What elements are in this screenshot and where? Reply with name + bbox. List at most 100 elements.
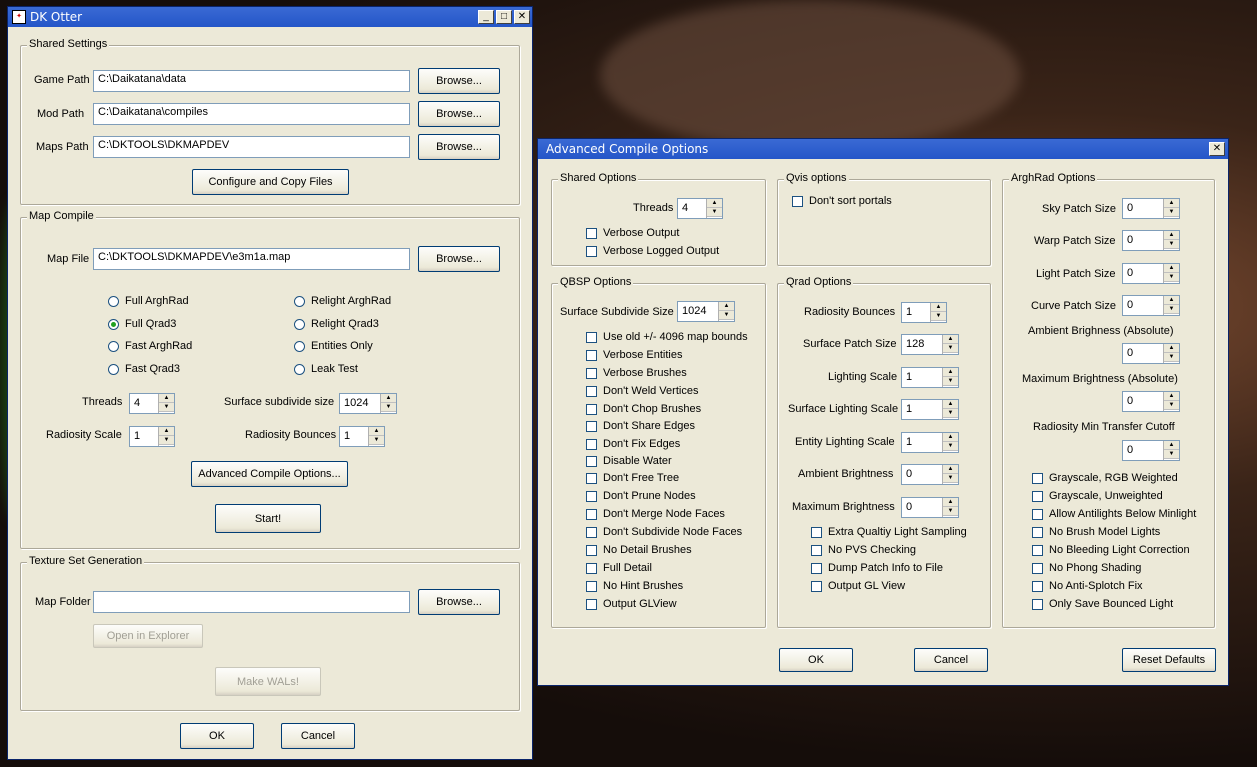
mod-path-browse-button[interactable]: Browse...: [418, 101, 500, 127]
warp-patch-size-spinner[interactable]: 0 ▲ ▼: [1122, 230, 1180, 251]
advanced-compile-options-button[interactable]: Advanced Compile Options...: [191, 461, 348, 487]
spinner-arrows[interactable]: ▲ ▼: [942, 433, 958, 452]
sky-patch-size-spinner[interactable]: 0 ▲ ▼: [1122, 198, 1180, 219]
spinner-arrows[interactable]: ▲ ▼: [158, 394, 174, 413]
maximize-button[interactable]: □: [496, 10, 512, 24]
configure-copy-button[interactable]: Configure and Copy Files: [192, 169, 349, 195]
ok-button[interactable]: OK: [180, 723, 254, 749]
light-patch-size-spinner[interactable]: 0 ▲ ▼: [1122, 263, 1180, 284]
radio-full-qrad3[interactable]: Full Qrad3: [108, 318, 176, 330]
close-button[interactable]: ✕: [1209, 142, 1225, 156]
radiosity-scale-spinner[interactable]: 1 ▲ ▼: [129, 426, 175, 447]
surface-patch-size-spinner[interactable]: 128 ▲ ▼: [901, 334, 959, 355]
checkbox-qbsp-option[interactable]: Use old +/- 4096 map bounds: [586, 331, 748, 343]
spinner-arrows[interactable]: ▲ ▼: [706, 199, 722, 218]
spinner-arrows[interactable]: ▲ ▼: [1163, 344, 1179, 363]
map-file-input[interactable]: C:\DKTOOLS\DKMAPDEV\e3m1a.map: [93, 248, 410, 270]
spinner-arrows[interactable]: ▲ ▼: [942, 400, 958, 419]
checkbox-qrad-option[interactable]: Dump Patch Info to File: [811, 562, 943, 574]
radiosity-bounces-spinner[interactable]: 1 ▲ ▼: [339, 426, 385, 447]
checkbox-qrad-option[interactable]: No PVS Checking: [811, 544, 916, 556]
maximum-brightness-spinner[interactable]: 0 ▲ ▼: [901, 497, 959, 518]
maximum-brightness-absolute-spinner[interactable]: 0 ▲ ▼: [1122, 391, 1180, 412]
curve-patch-size-spinner[interactable]: 0 ▲ ▼: [1122, 295, 1180, 316]
spinner-arrows[interactable]: ▲ ▼: [158, 427, 174, 446]
checkbox-qbsp-option[interactable]: Don't Fix Edges: [586, 438, 680, 450]
spinner-arrows[interactable]: ▲ ▼: [1163, 392, 1179, 411]
spinner-arrows[interactable]: ▲ ▼: [930, 303, 946, 322]
checkbox-qbsp-option[interactable]: Disable Water: [586, 455, 672, 467]
maps-path-input[interactable]: C:\DKTOOLS\DKMAPDEV: [93, 136, 410, 158]
close-button[interactable]: ✕: [514, 10, 530, 24]
spinner-arrows[interactable]: ▲ ▼: [942, 498, 958, 517]
ambient-brightness-absolute-spinner[interactable]: 0 ▲ ▼: [1122, 343, 1180, 364]
radio-relight-arghrad[interactable]: Relight ArghRad: [294, 295, 391, 307]
checkbox-qrad-option[interactable]: Output GL View: [811, 580, 905, 592]
make-wals-button[interactable]: Make WALs!: [215, 667, 321, 696]
cancel-button[interactable]: Cancel: [281, 723, 355, 749]
checkbox-qbsp-option[interactable]: Verbose Entities: [586, 349, 683, 361]
radio-full-arghrad[interactable]: Full ArghRad: [108, 295, 189, 307]
spinner-arrows[interactable]: ▲ ▼: [942, 368, 958, 387]
checkbox-dont-sort-portals[interactable]: Don't sort portals: [792, 195, 892, 207]
checkbox-argh-option[interactable]: Grayscale, Unweighted: [1032, 490, 1163, 502]
maps-path-browse-button[interactable]: Browse...: [418, 134, 500, 160]
subdivide-size-spinner[interactable]: 1024 ▲ ▼: [339, 393, 397, 414]
checkbox-argh-option[interactable]: Only Save Bounced Light: [1032, 598, 1173, 610]
checkbox-qbsp-option[interactable]: Don't Free Tree: [586, 472, 679, 484]
checkbox-argh-option[interactable]: Allow Antilights Below Minlight: [1032, 508, 1196, 520]
spinner-arrows[interactable]: ▲ ▼: [1163, 231, 1179, 250]
radio-fast-arghrad[interactable]: Fast ArghRad: [108, 340, 192, 352]
spinner-arrows[interactable]: ▲ ▼: [380, 394, 396, 413]
reset-defaults-button[interactable]: Reset Defaults: [1122, 648, 1216, 672]
radiosity-cutoff-spinner[interactable]: 0 ▲ ▼: [1122, 440, 1180, 461]
checkbox-qbsp-option[interactable]: Don't Chop Brushes: [586, 403, 701, 415]
checkbox-qbsp-option[interactable]: Don't Merge Node Faces: [586, 508, 725, 520]
surface-lighting-scale-spinner[interactable]: 1 ▲ ▼: [901, 399, 959, 420]
radiosity-bounces-spinner[interactable]: 1 ▲ ▼: [901, 302, 947, 323]
checkbox-argh-option[interactable]: No Anti-Splotch Fix: [1032, 580, 1143, 592]
threads-spinner[interactable]: 4 ▲ ▼: [677, 198, 723, 219]
spinner-arrows[interactable]: ▲ ▼: [1163, 296, 1179, 315]
spinner-arrows[interactable]: ▲ ▼: [942, 465, 958, 484]
checkbox-qbsp-option[interactable]: Output GLView: [586, 598, 677, 610]
checkbox-argh-option[interactable]: Grayscale, RGB Weighted: [1032, 472, 1178, 484]
spinner-arrows[interactable]: ▲ ▼: [942, 335, 958, 354]
entity-lighting-scale-spinner[interactable]: 1 ▲ ▼: [901, 432, 959, 453]
spinner-arrows[interactable]: ▲ ▼: [1163, 264, 1179, 283]
spinner-arrows[interactable]: ▲ ▼: [1163, 199, 1179, 218]
lighting-scale-spinner[interactable]: 1 ▲ ▼: [901, 367, 959, 388]
spinner-arrows[interactable]: ▲ ▼: [368, 427, 384, 446]
map-folder-browse-button[interactable]: Browse...: [418, 589, 500, 615]
game-path-browse-button[interactable]: Browse...: [418, 68, 500, 94]
radio-entities-only[interactable]: Entities Only: [294, 340, 373, 352]
threads-spinner[interactable]: 4 ▲ ▼: [129, 393, 175, 414]
checkbox-verbose-output[interactable]: Verbose Output: [586, 227, 679, 239]
start-button[interactable]: Start!: [215, 504, 321, 533]
spinner-arrows[interactable]: ▲ ▼: [718, 302, 734, 321]
ambient-brightness-spinner[interactable]: 0 ▲ ▼: [901, 464, 959, 485]
checkbox-argh-option[interactable]: No Brush Model Lights: [1032, 526, 1160, 538]
radio-leak-test[interactable]: Leak Test: [294, 363, 358, 375]
checkbox-qbsp-option[interactable]: Don't Share Edges: [586, 420, 695, 432]
minimize-button[interactable]: _: [478, 10, 494, 24]
checkbox-qrad-option[interactable]: Extra Qualtiy Light Sampling: [811, 526, 967, 538]
map-folder-input[interactable]: [93, 591, 410, 613]
checkbox-qbsp-option[interactable]: Verbose Brushes: [586, 367, 687, 379]
checkbox-argh-option[interactable]: No Bleeding Light Correction: [1032, 544, 1190, 556]
checkbox-qbsp-option[interactable]: Don't Prune Nodes: [586, 490, 696, 502]
mod-path-input[interactable]: C:\Daikatana\compiles: [93, 103, 410, 125]
checkbox-qbsp-option[interactable]: Don't Subdivide Node Faces: [586, 526, 742, 538]
surface-subdivide-spinner[interactable]: 1024 ▲ ▼: [677, 301, 735, 322]
spinner-arrows[interactable]: ▲ ▼: [1163, 441, 1179, 460]
checkbox-qbsp-option[interactable]: No Hint Brushes: [586, 580, 683, 592]
radio-relight-qrad3[interactable]: Relight Qrad3: [294, 318, 379, 330]
open-in-explorer-button[interactable]: Open in Explorer: [93, 624, 203, 648]
cancel-button[interactable]: Cancel: [914, 648, 988, 672]
checkbox-qbsp-option[interactable]: Don't Weld Vertices: [586, 385, 698, 397]
checkbox-verbose-logged-output[interactable]: Verbose Logged Output: [586, 245, 719, 257]
ok-button[interactable]: OK: [779, 648, 853, 672]
checkbox-argh-option[interactable]: No Phong Shading: [1032, 562, 1141, 574]
game-path-input[interactable]: C:\Daikatana\data: [93, 70, 410, 92]
checkbox-qbsp-option[interactable]: No Detail Brushes: [586, 544, 692, 556]
